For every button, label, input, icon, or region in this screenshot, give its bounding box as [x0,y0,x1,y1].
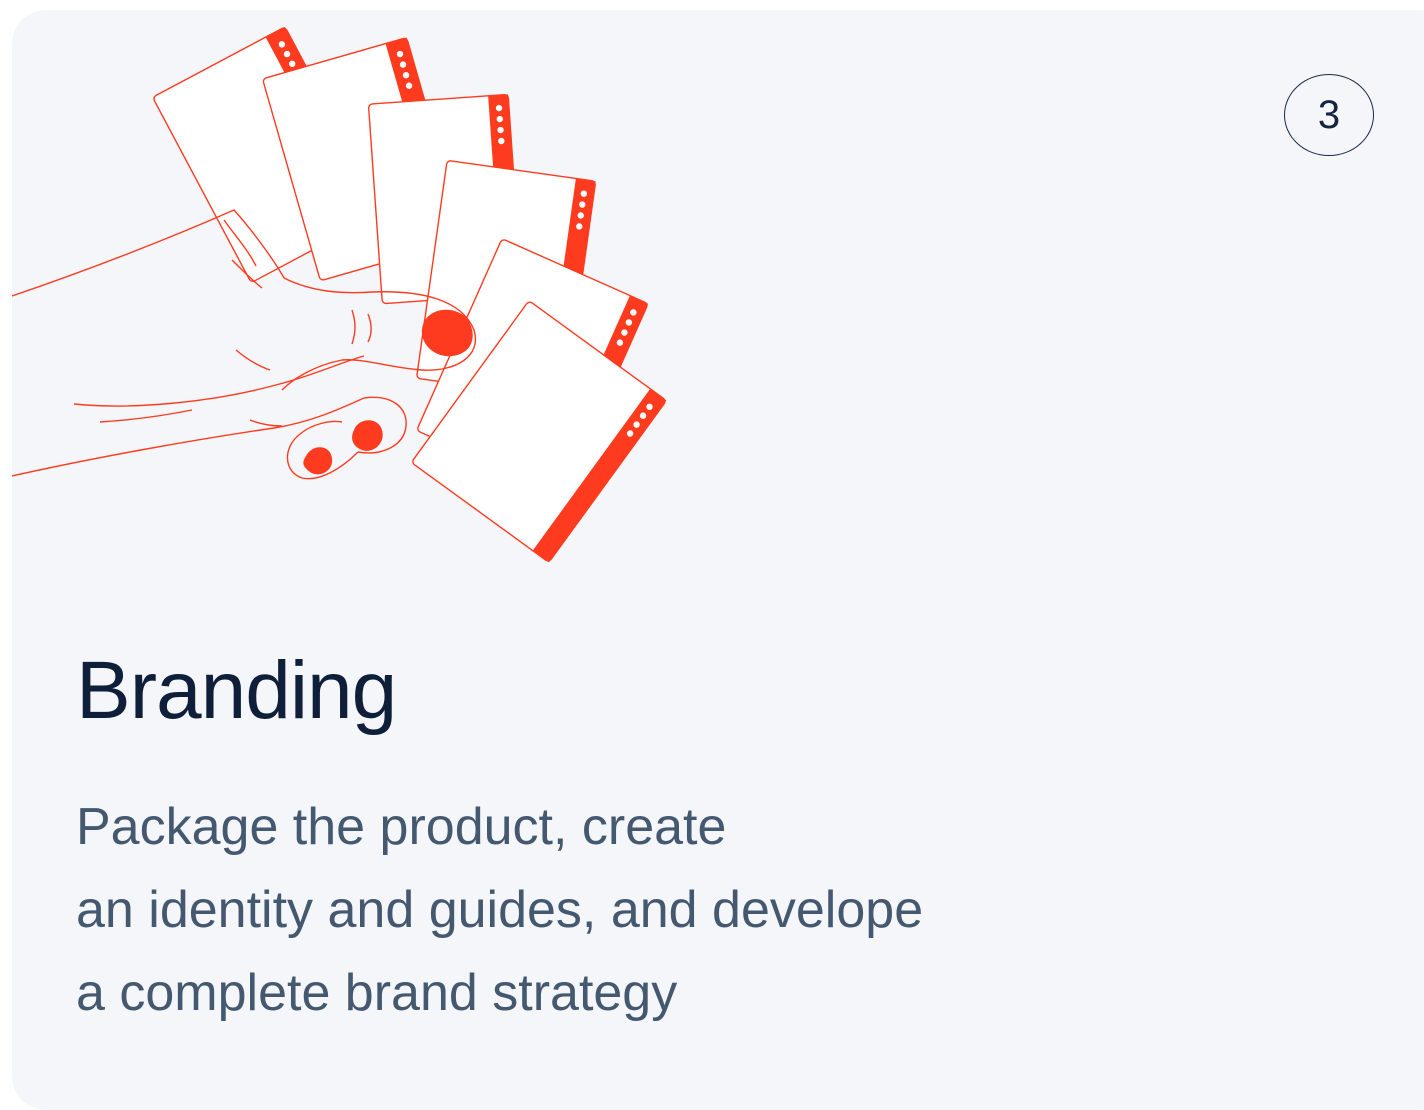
hand-holding-cards-icon [12,26,667,563]
card-description: Package the product, create an identity … [76,786,1176,1035]
step-number: 3 [1317,92,1341,137]
description-line: a complete brand strategy [76,964,678,1022]
step-number-badge: 3 [1284,74,1374,156]
description-line: an identity and guides, and develope [76,881,924,939]
card-title: Branding [76,645,397,736]
description-line: Package the product, create [76,798,727,856]
branding-card: 3 Branding Package the product, create a… [12,10,1424,1110]
